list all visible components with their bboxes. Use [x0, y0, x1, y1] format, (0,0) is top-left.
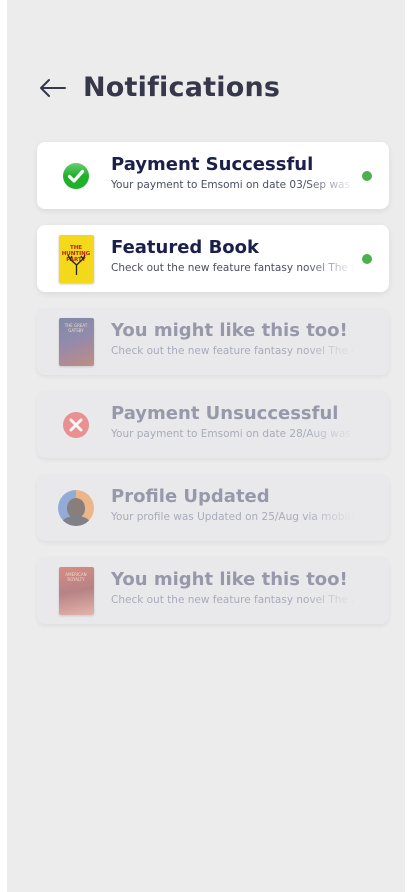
notification-card-payment-successful[interactable]: Payment Successful Your payment to Emsom… [37, 142, 389, 209]
notification-title: Payment Unsuccessful [111, 403, 339, 424]
book-cover-image: THE GREAT GATSBY [58, 317, 94, 366]
notifications-screen: Notifications Payment Successful Your pa… [7, 0, 405, 892]
notification-card-featured-book[interactable]: THE HUNTING PARTY Featured Book Check ou… [37, 225, 389, 292]
unread-dot [362, 170, 372, 181]
notification-list: Payment Successful Your payment to Emsom… [37, 142, 389, 640]
book-cover-text: AMERICAN ROYALTY [65, 571, 87, 582]
header: Notifications [37, 72, 280, 103]
notification-body: Check out the new feature fantasy novel … [111, 345, 355, 357]
notification-title: Profile Updated [111, 486, 270, 507]
notification-title: You might like this too! [111, 320, 348, 341]
page-title: Notifications [83, 72, 281, 103]
book-cover-image: AMERICAN ROYALTY [58, 566, 94, 615]
user-avatar [58, 484, 94, 532]
notification-card-payment-unsuccessful[interactable]: Payment Unsuccessful Your payment to Ems… [37, 391, 389, 458]
back-arrow-icon[interactable] [37, 73, 67, 103]
notification-body: Your profile was Updated on 25/Aug via m… [111, 511, 355, 523]
check-circle-icon [58, 152, 94, 200]
notification-body: Check out the new feature fantasy novel … [111, 594, 355, 606]
notification-body: Check out the new feature fantasy novel … [111, 262, 355, 274]
notification-card-recommendation[interactable]: AMERICAN ROYALTY You might like this too… [37, 557, 389, 624]
error-circle-icon [58, 401, 94, 449]
notification-title: Featured Book [111, 237, 259, 258]
notification-title: Payment Successful [111, 154, 314, 175]
notification-title: You might like this too! [111, 569, 348, 590]
notification-card-recommendation[interactable]: THE GREAT GATSBY You might like this too… [37, 308, 389, 375]
unread-dot [362, 253, 372, 264]
notification-body: Your payment to Emsomi on date 28/Aug wa… [111, 428, 355, 440]
notification-body: Your payment to Emsomi on date 03/Sep wa… [111, 179, 355, 191]
book-cover-text: THE GREAT GATSBY [64, 322, 88, 333]
book-cover-image: THE HUNTING PARTY [58, 234, 94, 283]
notification-card-profile-updated[interactable]: Profile Updated Your profile was Updated… [37, 474, 389, 541]
